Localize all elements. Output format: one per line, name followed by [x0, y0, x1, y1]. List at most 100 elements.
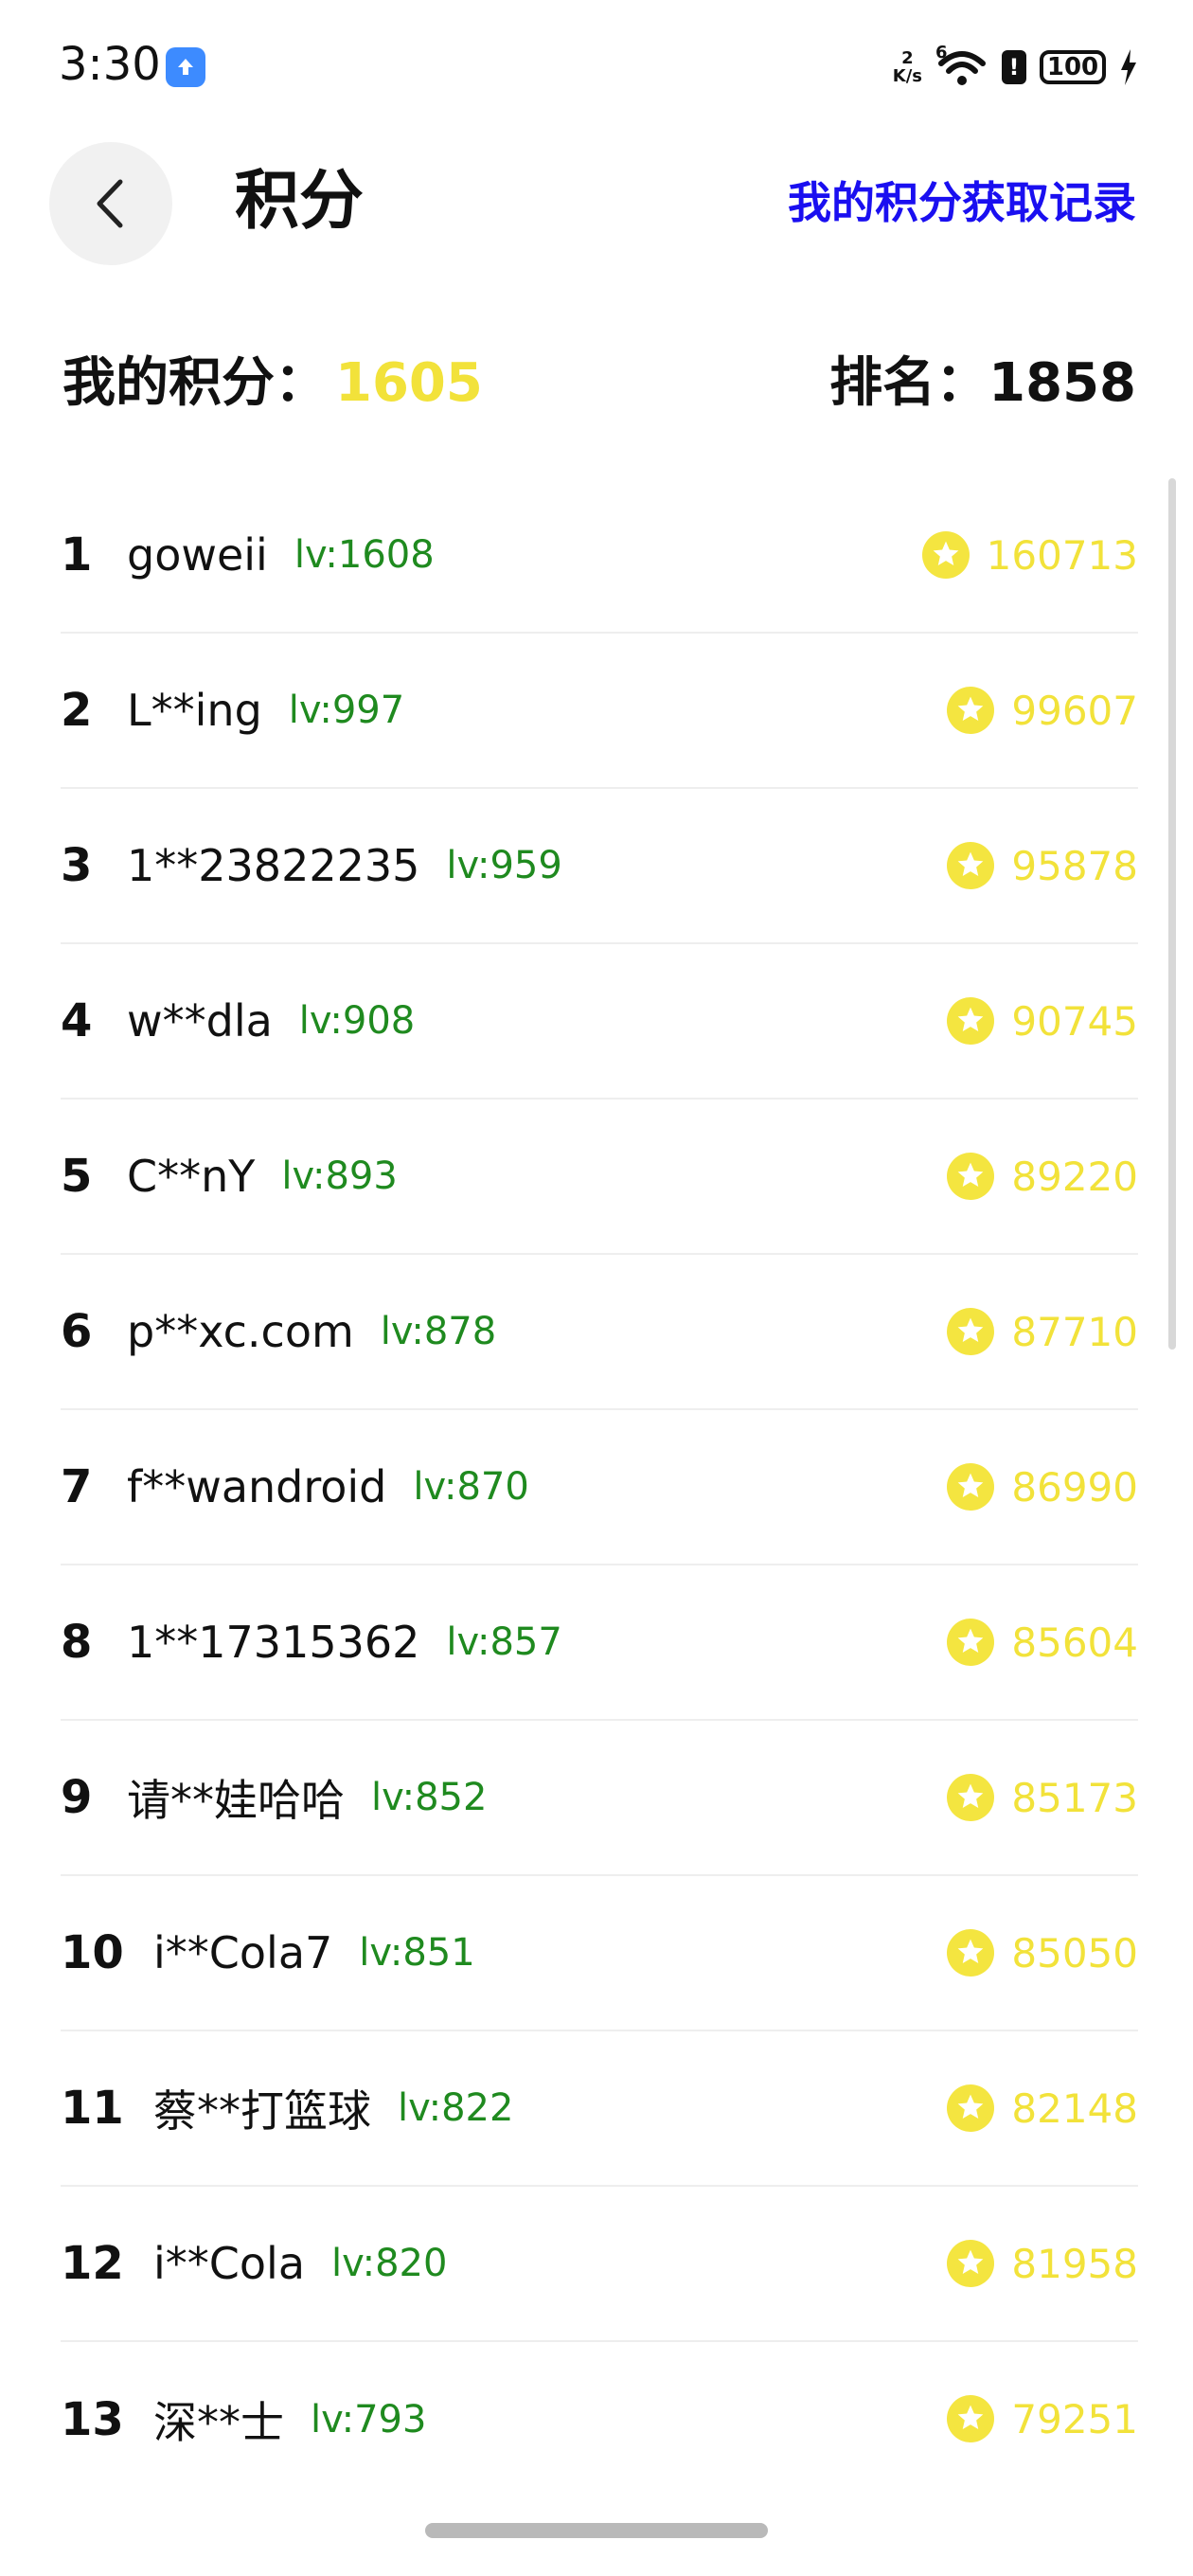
app-badge-icon	[166, 47, 205, 87]
points: 90745	[947, 944, 1138, 1098]
rank-number: 7	[61, 1460, 93, 1513]
points-value: 85050	[1011, 1929, 1138, 1977]
star-icon	[947, 1463, 995, 1511]
my-points: 我的积分： 1605	[62, 341, 483, 426]
points-value: 90745	[1011, 997, 1138, 1045]
leaderboard-row[interactable]: 5 C**nY lv:893 89220	[61, 1100, 1138, 1255]
leaderboard-row[interactable]: 1 goweii lv:1608 160713	[61, 478, 1138, 634]
user-level: lv:857	[446, 1620, 562, 1664]
rank-number: 1	[61, 528, 93, 581]
points: 160713	[921, 478, 1138, 632]
points: 85604	[947, 1565, 1138, 1719]
star-icon	[947, 2240, 995, 2287]
star-icon	[947, 1619, 995, 1666]
star-icon	[947, 2084, 995, 2132]
username: 请**娃哈哈	[127, 1775, 345, 1826]
leaderboard-row[interactable]: 3 1**23822235 lv:959 95878	[61, 789, 1138, 944]
username: 蔡**打篮球	[153, 2085, 371, 2137]
chevron-left-icon	[97, 179, 123, 228]
leaderboard-row[interactable]: 6 p**xc.com lv:878 87710	[61, 1255, 1138, 1410]
back-button[interactable]	[49, 142, 172, 265]
username: 1**23822235	[127, 840, 420, 891]
points-value: 82148	[1011, 2084, 1138, 2132]
star-icon	[947, 1929, 995, 1977]
rank-value: 1858	[988, 352, 1136, 414]
points: 86990	[947, 1410, 1138, 1564]
leaderboard-row[interactable]: 8 1**17315362 lv:857 85604	[61, 1565, 1138, 1721]
username: L**ing	[127, 685, 262, 736]
page-title: 积分	[235, 164, 365, 239]
home-indicator[interactable]	[425, 2523, 768, 2538]
rank-number: 4	[61, 994, 93, 1047]
points-value: 89220	[1011, 1153, 1138, 1200]
leaderboard-row[interactable]: 13 深**士 lv:793 79251	[61, 2342, 1138, 2497]
rank-number: 5	[61, 1150, 93, 1203]
leaderboard-row[interactable]: 7 f**wandroid lv:870 86990	[61, 1410, 1138, 1565]
points-value: 95878	[1011, 842, 1138, 889]
points: 79251	[947, 2342, 1138, 2496]
status-icons: 2 K/s 6 ! 100	[893, 43, 1138, 91]
points: 87710	[947, 1255, 1138, 1408]
points: 82148	[947, 2031, 1138, 2185]
status-bar: 3:30 2 K/s 6 ! 100	[0, 0, 1193, 133]
my-points-label: 我的积分：	[62, 352, 328, 414]
star-icon	[947, 1774, 995, 1821]
star-icon	[947, 2395, 995, 2442]
username: i**Cola7	[153, 1927, 333, 1978]
points-value: 99607	[1011, 687, 1138, 734]
username: C**nY	[127, 1151, 256, 1202]
leaderboard-row[interactable]: 12 i**Cola lv:820 81958	[61, 2187, 1138, 2342]
rank-number: 6	[61, 1305, 93, 1358]
star-icon	[947, 842, 995, 889]
star-icon	[947, 997, 995, 1045]
star-icon	[947, 1153, 995, 1200]
rank-number: 10	[61, 1926, 124, 1979]
speed-value: 2	[901, 48, 914, 68]
user-level: lv:1608	[294, 533, 435, 577]
user-level: lv:851	[359, 1931, 475, 1975]
rank-number: 13	[61, 2393, 124, 2446]
points-records-link[interactable]: 我的积分获取记录	[788, 172, 1136, 233]
points-summary: 我的积分： 1605 排名：1858	[0, 341, 1193, 426]
points-value: 81958	[1011, 2240, 1138, 2287]
leaderboard-row[interactable]: 9 请**娃哈哈 lv:852 85173	[61, 1721, 1138, 1876]
leaderboard-row[interactable]: 10 i**Cola7 lv:851 85050	[61, 1876, 1138, 2031]
user-level: lv:997	[288, 689, 405, 732]
rank-number: 8	[61, 1616, 93, 1669]
user-level: lv:959	[446, 844, 562, 887]
username: w**dla	[127, 995, 273, 1046]
rank-number: 9	[61, 1771, 93, 1824]
points-value: 160713	[986, 531, 1138, 579]
network-speed: 2 K/s	[893, 49, 922, 85]
header: 积分 我的积分获取记录	[0, 133, 1193, 275]
username: goweii	[127, 529, 268, 581]
user-level: lv:820	[331, 2242, 448, 2285]
leaderboard-row[interactable]: 4 w**dla lv:908 90745	[61, 944, 1138, 1100]
rank-number: 2	[61, 684, 93, 737]
points: 85050	[947, 1876, 1138, 2030]
alert-icon: !	[1002, 50, 1026, 84]
leaderboard-list: 1 goweii lv:1608 160713 2 L**ing lv:997 99607 3 1…	[61, 478, 1138, 2497]
speed-unit: K/s	[892, 66, 922, 86]
rank-number: 12	[61, 2237, 124, 2290]
points: 99607	[947, 634, 1138, 787]
points-value: 85173	[1011, 1774, 1138, 1821]
username: 1**17315362	[127, 1617, 420, 1668]
rank-number: 11	[61, 2082, 124, 2135]
rank-number: 3	[61, 839, 93, 892]
points-value: 87710	[1011, 1308, 1138, 1355]
username: f**wandroid	[127, 1461, 387, 1512]
star-icon	[947, 687, 995, 734]
scrollbar[interactable]	[1168, 478, 1176, 1350]
star-icon	[921, 531, 970, 579]
points: 81958	[947, 2187, 1138, 2340]
points: 95878	[947, 789, 1138, 942]
user-level: lv:793	[311, 2398, 427, 2442]
points-value: 85604	[1011, 1619, 1138, 1666]
status-time: 3:30	[59, 38, 161, 91]
leaderboard-row[interactable]: 11 蔡**打篮球 lv:822 82148	[61, 2031, 1138, 2187]
network-type: 6	[935, 43, 948, 63]
user-level: lv:822	[398, 2086, 514, 2130]
leaderboard-row[interactable]: 2 L**ing lv:997 99607	[61, 634, 1138, 789]
battery-icon: 100	[1040, 50, 1106, 84]
